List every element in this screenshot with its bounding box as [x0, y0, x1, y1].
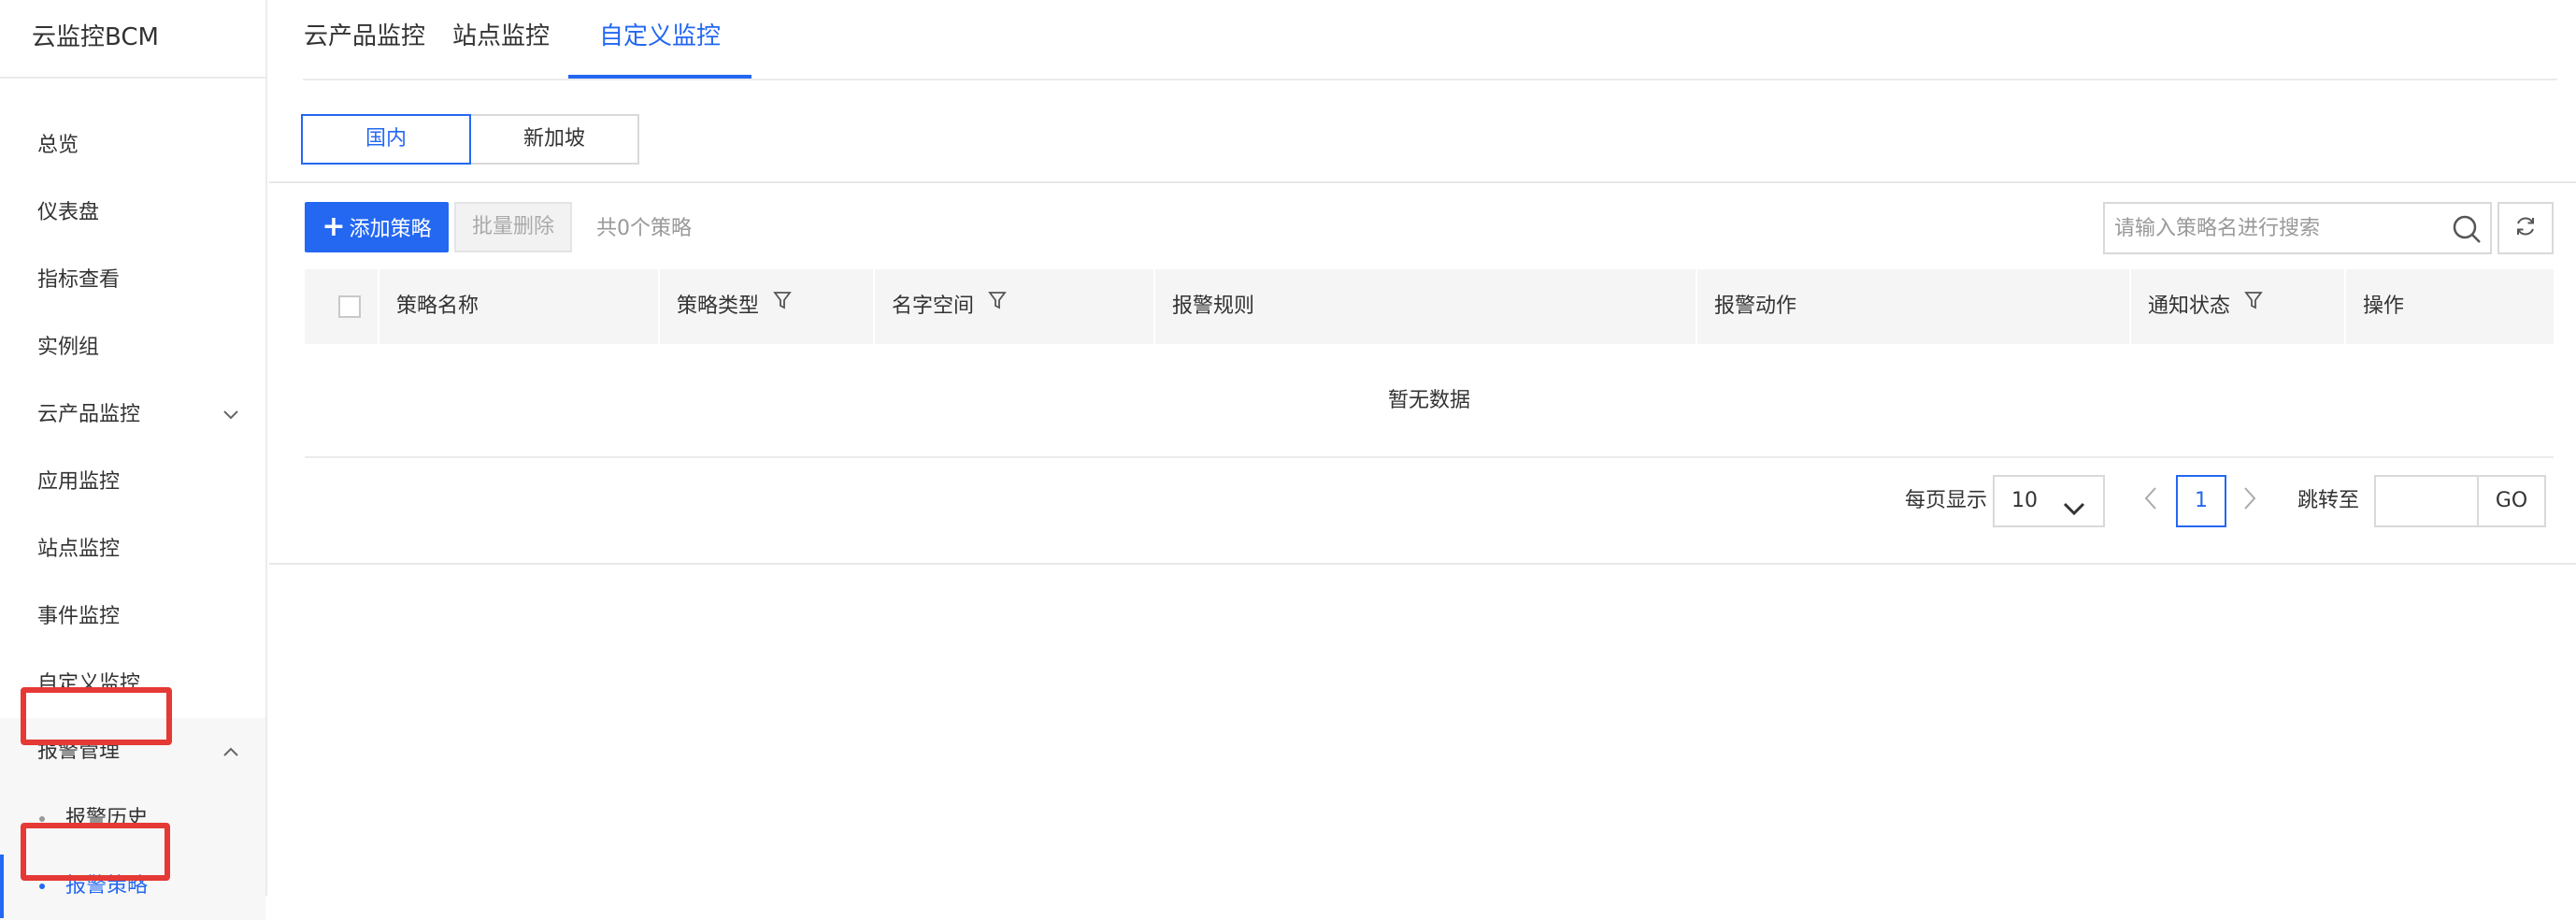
add-policy-label: 添加策略: [349, 218, 432, 241]
per-page-label: 每页显示: [1905, 489, 1988, 512]
refresh-icon: [2513, 214, 2538, 242]
select-all-checkbox[interactable]: [338, 295, 361, 318]
filter-icon[interactable]: [988, 267, 1007, 342]
sidebar-item-overview[interactable]: 总览: [0, 112, 265, 180]
search-box: [2103, 202, 2492, 254]
go-button[interactable]: GO: [2477, 477, 2544, 525]
column-header-alarm-rule: 报警规则: [1155, 269, 1697, 344]
sidebar-item-label: 云产品监控: [37, 403, 141, 426]
jump-page-input[interactable]: [2376, 477, 2479, 525]
sidebar-item-label: 仪表盘: [37, 201, 100, 224]
per-page-value: 10: [2011, 489, 2038, 512]
bullet-icon: [39, 884, 45, 889]
sidebar: 云监控BCM 总览 仪表盘 指标查看 实例组 云产品监控 应用监控 站点监控 事…: [0, 0, 267, 920]
region-domestic-button[interactable]: 国内: [301, 114, 471, 165]
batch-delete-button[interactable]: 批量删除: [454, 202, 572, 252]
app-title: 云监控BCM: [0, 0, 265, 79]
table-header: 策略名称 策略类型 名字空间 报警规则 报警动作 通知状态 操作: [305, 269, 2554, 344]
chevron-up-icon[interactable]: [217, 718, 245, 785]
chevron-right-icon: [2243, 486, 2256, 516]
column-header-namespace: 名字空间: [875, 269, 1155, 344]
tab-site-monitoring[interactable]: 站点监控: [449, 0, 553, 79]
region-switch: 国内 新加坡: [301, 114, 639, 165]
sidebar-item-metrics[interactable]: 指标查看: [0, 247, 265, 314]
policy-panel: + 添加策略 批量删除 共0个策略 策: [269, 181, 2576, 565]
highlight-box-alarm-management: [21, 687, 172, 745]
column-header-alarm-action: 报警动作: [1697, 269, 2131, 344]
active-indicator: [0, 855, 4, 918]
per-page-select[interactable]: 10: [1993, 475, 2105, 527]
column-header-notify-status: 通知状态: [2131, 269, 2346, 344]
sidebar-item-site-monitoring[interactable]: 站点监控: [0, 516, 265, 583]
column-label: 报警动作: [1714, 295, 1797, 318]
jump-to-label: 跳转至: [2297, 489, 2360, 512]
column-label: 操作: [2363, 295, 2405, 318]
search-input[interactable]: [2105, 204, 2441, 252]
sidebar-item-label: 应用监控: [37, 470, 121, 494]
next-page-button[interactable]: [2236, 475, 2264, 527]
search-icon[interactable]: [2451, 213, 2483, 245]
jump-to-box: GO: [2374, 475, 2546, 527]
column-header-policy-type: 策略类型: [660, 269, 875, 344]
empty-state: 暂无数据: [305, 344, 2554, 458]
column-label: 通知状态: [2148, 295, 2231, 318]
column-label: 策略类型: [677, 295, 760, 318]
select-all-cell: [305, 269, 379, 344]
sidebar-group-alarm-management: 报警管理 报警历史 报警策略: [0, 718, 265, 920]
bullet-icon: [39, 816, 45, 822]
tab-custom-monitoring[interactable]: 自定义监控: [568, 0, 751, 79]
filter-icon[interactable]: [773, 267, 792, 342]
column-header-policy-name: 策略名称: [379, 269, 660, 344]
sidebar-item-label: 总览: [37, 134, 79, 157]
add-policy-button[interactable]: + 添加策略: [305, 202, 449, 252]
region-singapore-button[interactable]: 新加坡: [471, 114, 639, 165]
column-label: 策略名称: [396, 295, 479, 318]
prev-page-button[interactable]: [2137, 475, 2165, 527]
tab-cloud-product-monitoring[interactable]: 云产品监控: [303, 0, 426, 79]
chevron-down-icon: [2062, 490, 2086, 539]
plus-icon: +: [322, 210, 346, 243]
column-label: 报警规则: [1172, 295, 1255, 318]
main-content: 云产品监控 站点监控 自定义监控 国内 新加坡 + 添加策略 批量删除 共0个策…: [269, 0, 2576, 896]
policy-count: 共0个策略: [596, 217, 692, 240]
highlight-box-alarm-policy: [21, 823, 170, 881]
column-label: 名字空间: [892, 295, 975, 318]
sidebar-item-instance-groups[interactable]: 实例组: [0, 314, 265, 381]
sidebar-item-label: 指标查看: [37, 268, 121, 292]
sidebar-item-dashboard[interactable]: 仪表盘: [0, 180, 265, 247]
sidebar-item-event-monitoring[interactable]: 事件监控: [0, 583, 265, 651]
sidebar-item-label: 站点监控: [37, 538, 121, 561]
page-number-button[interactable]: 1: [2176, 475, 2226, 527]
sidebar-item-cloud-product-monitoring[interactable]: 云产品监控: [0, 381, 265, 449]
tab-bar: 云产品监控 站点监控 自定义监控: [303, 0, 2557, 80]
column-header-actions: 操作: [2346, 269, 2554, 344]
sidebar-item-app-monitoring[interactable]: 应用监控: [0, 449, 265, 516]
chevron-down-icon[interactable]: [217, 381, 245, 449]
sidebar-item-label: 实例组: [37, 336, 100, 359]
refresh-button[interactable]: [2497, 202, 2554, 254]
filter-icon[interactable]: [2244, 267, 2263, 342]
chevron-left-icon: [2144, 486, 2157, 516]
sidebar-item-label: 事件监控: [37, 605, 121, 628]
